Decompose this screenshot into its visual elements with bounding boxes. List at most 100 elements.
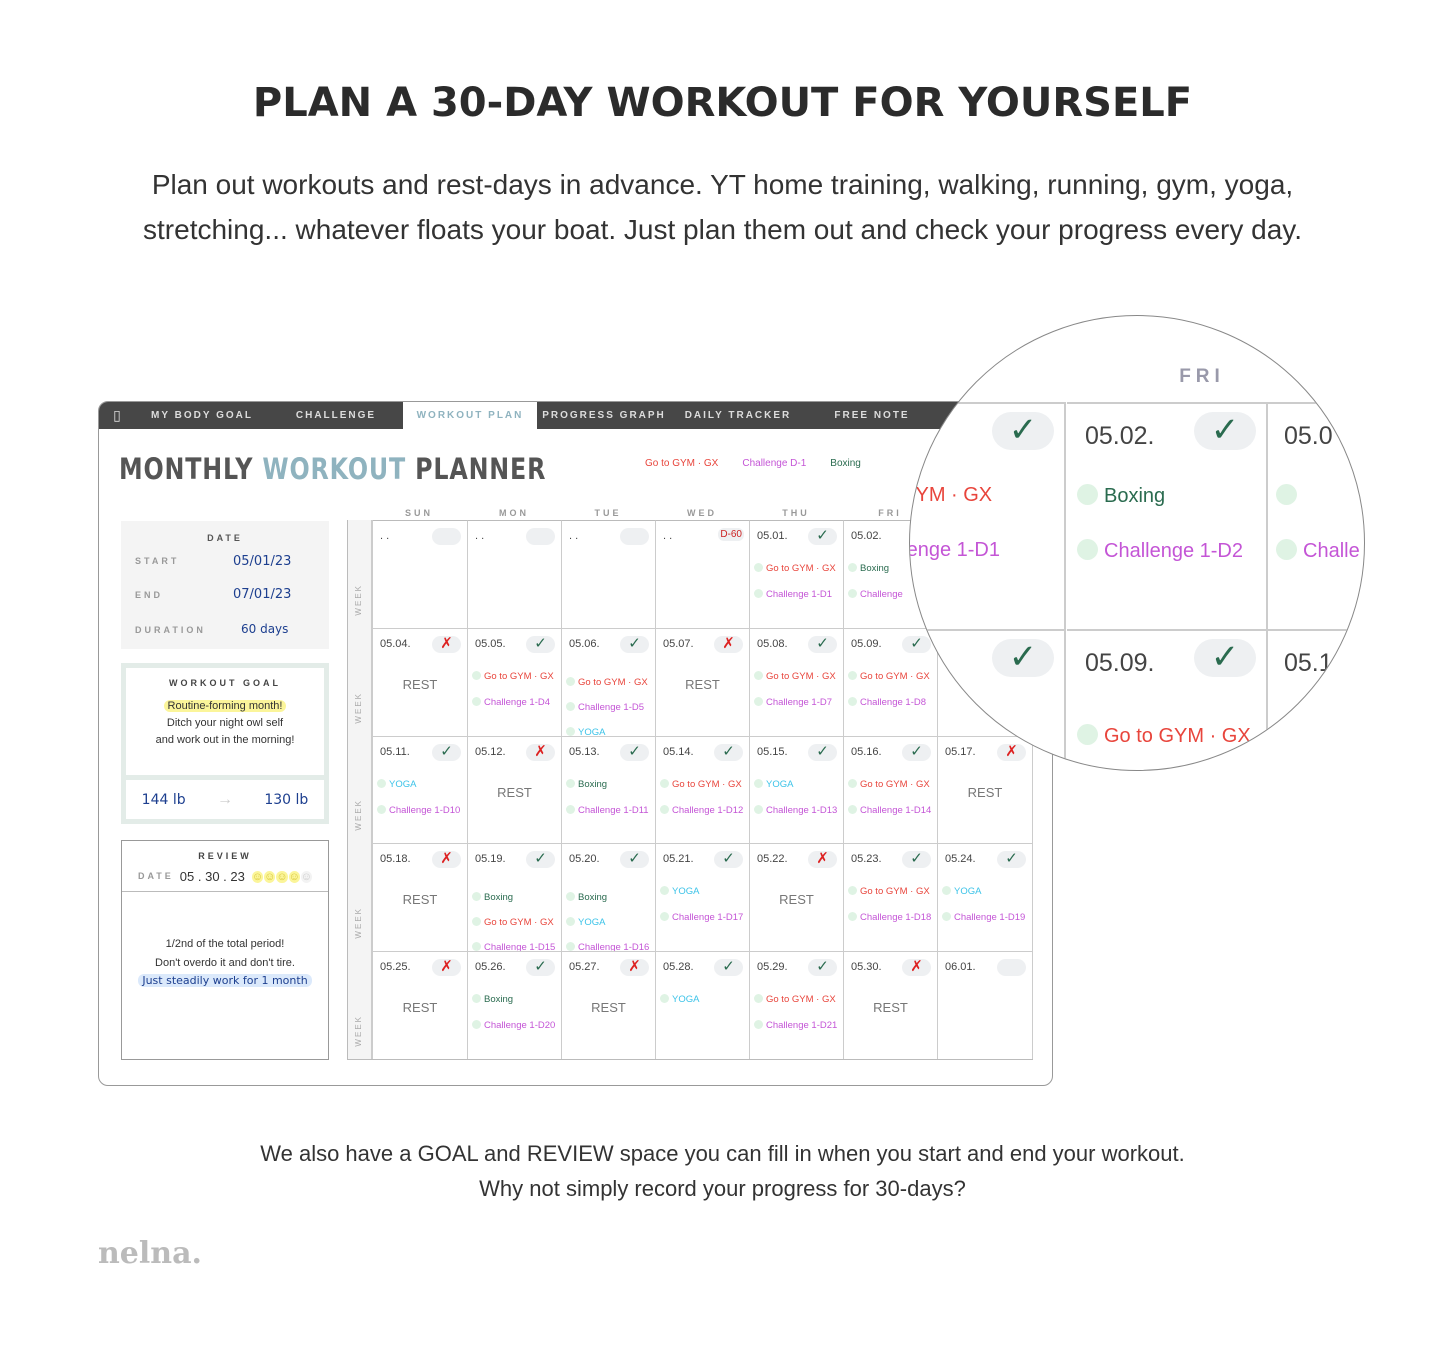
check-icon[interactable]: ✓ [714,851,743,868]
day-cell[interactable]: 05.24. ✓ YOGA Challenge 1-D19 [938,843,1033,951]
check-icon[interactable]: ✓ [808,636,837,653]
smiley-icon[interactable]: ☺ [251,871,264,883]
workout-item[interactable]: Challenge 1-D20 [472,1020,555,1031]
smiley-icon[interactable]: ☺ [300,871,313,883]
start-date[interactable]: 05/01/23 [233,554,291,569]
workout-item[interactable]: Challenge 1-D12 [660,805,743,816]
check-icon[interactable]: ✓ [620,636,649,653]
notebook-icon[interactable]: ▯ [99,402,135,429]
day-cell[interactable]: 05.12. ✗ REST [468,736,562,843]
workout-item[interactable]: Challenge 1-D13 [754,805,837,816]
workout-item[interactable]: Challenge 1-D14 [848,805,931,816]
workout-item[interactable]: YOGA [566,917,605,928]
day-cell[interactable]: 05.22. ✗ REST [750,843,844,951]
tab-progress-graph[interactable]: PROGRESS GRAPH [537,402,671,429]
workout-item[interactable]: YOGA [754,779,793,790]
day-cell[interactable]: 05.18. ✗ REST [373,843,468,951]
workout-item[interactable]: Go to GYM · GX [472,917,554,928]
day-cell[interactable]: 05.01. ✓ Go to GYM · GX Challenge 1-D1 [750,520,844,628]
check-icon[interactable]: ✓ [997,851,1026,868]
workout-item[interactable]: Challenge 1-D19 [942,912,1025,923]
tab-my-body-goal[interactable]: MY BODY GOAL [135,402,269,429]
day-cell[interactable]: 05.15. ✓ YOGA Challenge 1-D13 [750,736,844,843]
day-cell[interactable]: 05.04. ✗ REST [373,628,468,736]
goal-line[interactable]: Routine-forming month! [163,700,287,712]
workout-item[interactable]: Go to GYM · GX [754,994,836,1005]
day-cell[interactable]: 05.20. ✓ Boxing YOGA Challenge 1-D16 [562,843,656,953]
day-cell[interactable]: 05.19. ✓ Boxing Go to GYM · GX Challenge 1-D… [468,843,562,953]
x-icon[interactable]: ✗ [432,959,461,976]
check-icon[interactable]: ✓ [902,851,931,868]
x-icon[interactable]: ✗ [526,744,555,761]
status-toggle[interactable] [432,528,461,545]
day-cell[interactable]: 05.30. ✗ REST [844,951,938,1059]
check-icon[interactable]: ✓ [620,744,649,761]
day-cell[interactable]: 05.06. ✓ Go to GYM · GX Challenge 1-D5 YOGA [562,628,656,738]
day-cell[interactable]: 05.23. ✓ Go to GYM · GX Challenge 1-D18 [844,843,938,951]
goal-line[interactable]: and work out in the morning! [126,734,324,746]
x-icon[interactable]: ✗ [432,636,461,653]
workout-item[interactable]: YOGA [377,779,416,790]
workout-item[interactable]: Challenge 1-D7 [754,697,832,708]
workout-item[interactable]: YOGA [942,886,981,897]
day-cell[interactable]: 05.07. ✗ REST [656,628,750,736]
workout-item[interactable]: Challenge 1-D1 [754,589,832,600]
end-date[interactable]: 07/01/23 [233,587,291,602]
tab-challenge[interactable]: CHALLENGE [269,402,403,429]
day-cell[interactable]: 05.05. ✓ Go to GYM · GX Challenge 1-D4 [468,628,562,736]
goal-line[interactable]: Ditch your night owl self [126,717,324,729]
workout-item[interactable]: Go to GYM · GX [848,779,930,790]
check-icon[interactable]: ✓ [432,744,461,761]
day-cell[interactable]: 05.26. ✓ Boxing Challenge 1-D20 [468,951,562,1059]
target-weight[interactable]: 130 lb [264,792,308,808]
day-cell[interactable]: 05.28. ✓ YOGA [656,951,750,1059]
workout-item[interactable]: Challenge 1-D21 [754,1020,837,1031]
tab-workout-plan[interactable]: WORKOUT PLAN [403,402,537,429]
review-line[interactable]: 1/2nd of the total period! [122,938,328,950]
workout-item[interactable]: Go to GYM · GX [472,671,554,682]
day-cell[interactable]: 05.08. ✓ Go to GYM · GX Challenge 1-D7 [750,628,844,736]
workout-item[interactable]: Go to GYM · GX [754,671,836,682]
duration-value[interactable]: 60 days [241,622,288,636]
x-icon[interactable]: ✗ [620,959,649,976]
check-icon[interactable]: ✓ [808,528,837,545]
day-cell[interactable]: . . [373,520,468,628]
workout-item[interactable]: Go to GYM · GX [848,886,930,897]
smiley-icon[interactable]: ☺ [264,871,276,883]
day-cell[interactable]: . . [468,520,562,628]
day-cell[interactable]: . . D-60 [656,520,750,628]
workout-item[interactable]: Boxing [472,892,513,903]
review-line[interactable]: Don't overdo it and don't tire. [122,957,328,969]
check-icon[interactable]: ✓ [808,959,837,976]
day-cell[interactable]: 05.25. ✗ REST [373,951,468,1059]
x-icon[interactable]: ✗ [714,636,743,653]
workout-item[interactable]: Challenge 1-D4 [472,697,550,708]
status-toggle[interactable] [997,959,1026,976]
mood-rating[interactable]: ☺☺☺☺☺ [251,867,313,885]
workout-item[interactable]: Boxing [566,892,607,903]
workout-item[interactable]: Go to GYM · GX [660,779,742,790]
check-icon[interactable]: ✓ [526,636,555,653]
workout-item[interactable]: YOGA [660,886,699,897]
x-icon[interactable]: ✗ [808,851,837,868]
workout-item[interactable]: Boxing [472,994,513,1005]
check-icon[interactable]: ✓ [714,744,743,761]
tab-daily-tracker[interactable]: DAILY TRACKER [671,402,805,429]
workout-item[interactable]: Go to GYM · GX [754,563,836,574]
workout-item[interactable]: Boxing [848,563,889,574]
day-cell[interactable]: 05.21. ✓ YOGA Challenge 1-D17 [656,843,750,951]
workout-item[interactable]: Challenge 1-D10 [377,805,460,816]
workout-item[interactable]: Challenge 1-D18 [848,912,931,923]
day-cell[interactable]: 05.29. ✓ Go to GYM · GX Challenge 1-D21 [750,951,844,1059]
day-cell[interactable]: 05.13. ✓ Boxing Challenge 1-D11 [562,736,656,843]
workout-item[interactable]: Challenge 1-D11 [566,805,649,816]
workout-item[interactable]: Challenge [848,589,903,600]
status-toggle[interactable] [620,528,649,545]
workout-item[interactable]: Challenge 1-D17 [660,912,743,923]
check-icon[interactable]: ✓ [808,744,837,761]
check-icon[interactable]: ✓ [526,959,555,976]
review-date[interactable]: 05 . 30 . 23 [180,869,245,884]
workout-item[interactable]: Go to GYM · GX [566,677,648,688]
day-cell[interactable]: 06.01. [938,951,1033,1059]
day-cell[interactable]: . . [562,520,656,628]
